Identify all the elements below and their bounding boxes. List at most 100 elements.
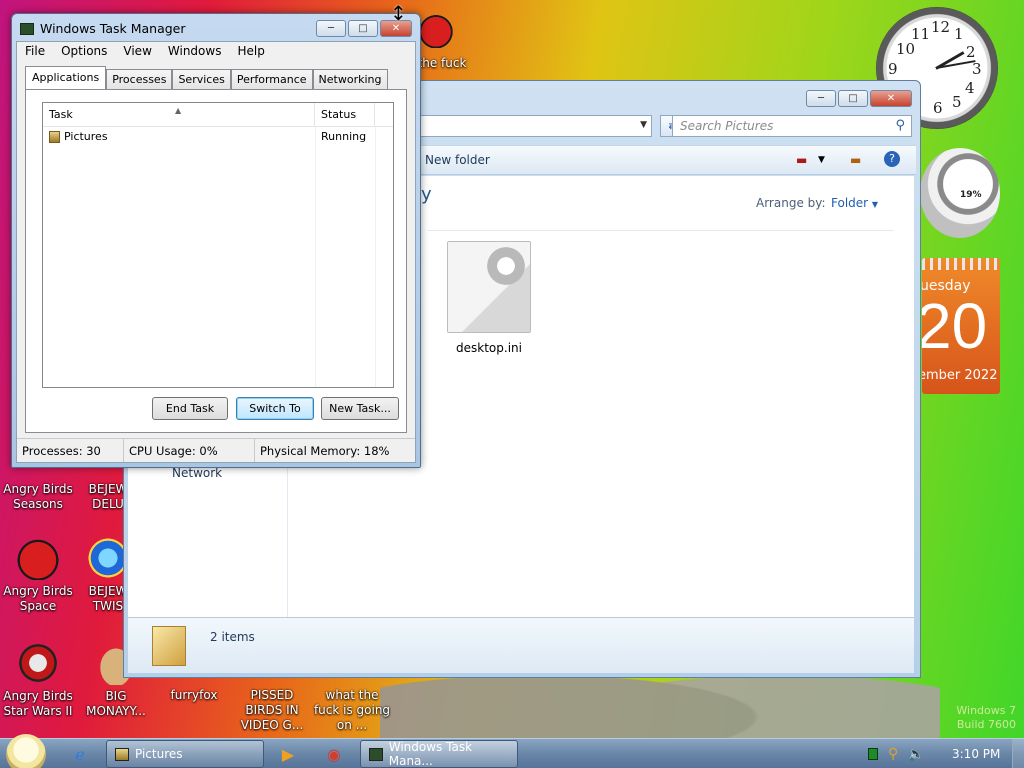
chevron-down-icon[interactable]: ▼: [818, 155, 825, 165]
column-separator: [315, 127, 316, 387]
task-manager-icon: [369, 747, 383, 761]
maximize-button[interactable]: □: [838, 90, 868, 107]
task-list[interactable]: Task ▲ Status Pictures Running: [42, 102, 394, 388]
close-button[interactable]: ✕: [870, 90, 912, 107]
preview-pane-icon[interactable]: ▬: [850, 153, 861, 167]
clock-number: 4: [965, 79, 975, 97]
list-header: Task ▲ Status: [43, 103, 393, 127]
tab-performance[interactable]: Performance: [230, 69, 313, 89]
cpu-meter-percent: 19%: [960, 190, 982, 200]
folder-icon: [152, 626, 186, 666]
task-manager-window[interactable]: Windows Task Manager ─ □ ✕ File Options …: [11, 13, 421, 468]
tab-services[interactable]: Services: [172, 69, 231, 89]
clock-number: 12: [931, 18, 951, 36]
explorer-status-bar: 2 items: [128, 617, 914, 673]
new-task-button[interactable]: New Task...: [321, 397, 399, 420]
column-header-task[interactable]: Task ▲: [43, 103, 315, 127]
new-folder-button[interactable]: New folder: [425, 153, 490, 167]
desktop-icon-label: BIG MONAYY...: [86, 689, 146, 718]
taskbar-item-label: Pictures: [135, 747, 183, 761]
speaker-icon[interactable]: 🔈: [908, 747, 924, 762]
taskbar-item-label: Windows Task Mana...: [388, 740, 473, 768]
clock-number: 1: [954, 25, 964, 43]
column-header-label: Task: [49, 108, 73, 121]
switch-to-button[interactable]: Switch To: [236, 397, 314, 420]
explorer-window-controls: ─ □ ✕: [806, 90, 912, 107]
internet-explorer-icon[interactable]: ℯ: [60, 742, 100, 766]
calendar-month: ember 2022: [922, 368, 998, 383]
pictures-icon: [115, 747, 129, 761]
search-input[interactable]: Search Pictures ⚲: [672, 115, 912, 137]
desktop-icon-label: Angry Birds Seasons: [3, 482, 73, 511]
column-header-label: Status: [321, 108, 357, 121]
search-icon[interactable]: ⚲: [888, 746, 898, 762]
sort-arrow-icon: ▲: [175, 106, 182, 115]
desktop-icon-what-the[interactable]: what the fuck is going on ...: [312, 688, 392, 733]
menu-help[interactable]: Help: [237, 44, 264, 60]
taskbar-clock[interactable]: 3:10 PM: [952, 747, 1000, 761]
desktop-icon-label: Angry Birds Space: [3, 584, 73, 613]
taskbar-item-pictures[interactable]: Pictures: [106, 740, 264, 768]
chrome-icon[interactable]: ◉: [314, 742, 354, 766]
watermark-line: Windows 7: [956, 704, 1016, 717]
minimize-icon: ─: [327, 23, 335, 34]
chevron-down-icon[interactable]: ▼: [640, 120, 647, 130]
nav-item-network[interactable]: Network: [172, 466, 222, 480]
cpu-meter-gadget[interactable]: 19%: [920, 148, 1000, 238]
applications-panel: Task ▲ Status Pictures Running End Task …: [25, 89, 407, 433]
help-icon[interactable]: ?: [884, 151, 900, 167]
taskbar: ℯ Pictures ▶ ◉ Windows Task Mana... ⚲ 🔈 …: [0, 734, 1024, 768]
clock-number: 11: [911, 25, 931, 43]
menu-windows[interactable]: Windows: [168, 44, 222, 60]
taskbar-item-task-manager[interactable]: Windows Task Mana...: [360, 740, 518, 768]
arrange-by-label: Arrange by:: [756, 196, 826, 210]
arrange-by-dropdown[interactable]: Folder ▼: [831, 196, 878, 210]
tab-applications[interactable]: Applications: [25, 66, 107, 89]
processes-count: Processes: 30: [17, 439, 124, 462]
task-manager-tray-icon[interactable]: [868, 748, 878, 760]
table-row[interactable]: Pictures Running: [43, 127, 393, 147]
menu-file[interactable]: File: [25, 44, 45, 60]
clock-number: 3: [972, 60, 982, 78]
calendar-date: 20: [922, 290, 988, 362]
desktop-icon-pissed-birds[interactable]: PISSED BIRDS IN VIDEO G...: [232, 688, 312, 733]
media-player-icon[interactable]: ▶: [268, 742, 308, 766]
tab-processes[interactable]: Processes: [106, 69, 173, 89]
file-name: desktop.ini: [456, 341, 522, 355]
angry-birds-icon: [418, 12, 454, 48]
task-manager-body: File Options View Windows Help Applicati…: [16, 41, 416, 463]
calendar-gadget[interactable]: uesday 20 ember 2022: [922, 258, 1000, 394]
maximize-button[interactable]: □: [348, 20, 378, 37]
column-header-status[interactable]: Status: [315, 103, 375, 127]
menu-view[interactable]: View: [123, 44, 151, 60]
calendar-rings: [922, 258, 1000, 270]
desktop-icon-label: furryfox: [170, 688, 218, 702]
show-desktop-button[interactable]: [1012, 739, 1024, 768]
clock-number: 9: [888, 60, 898, 78]
desktop-icon-the-fuck[interactable]: the fuck: [412, 12, 472, 71]
minimize-button[interactable]: ─: [316, 20, 346, 37]
view-options-icon[interactable]: ▬: [796, 153, 807, 167]
resize-cursor-icon: ↕: [390, 1, 407, 25]
desktop-icon-label: what the fuck is going on ...: [313, 688, 391, 732]
cpu-usage: CPU Usage: 0%: [124, 439, 255, 462]
desktop-icon-angry-birds-star-wars[interactable]: Angry Birds Star Wars II: [0, 641, 76, 719]
physical-memory: Physical Memory: 18%: [260, 444, 390, 458]
minimize-button[interactable]: ─: [806, 90, 836, 107]
start-button[interactable]: [6, 734, 46, 768]
file-item[interactable]: desktop.ini: [444, 241, 534, 355]
star-wars-icon: [16, 641, 60, 685]
desktop-icon-angry-birds-space[interactable]: Angry Birds Space: [0, 536, 76, 614]
chevron-down-icon: ▼: [871, 200, 879, 209]
search-icon[interactable]: ⚲: [895, 118, 905, 133]
task-manager-titlebar[interactable]: Windows Task Manager: [20, 21, 186, 36]
tab-networking[interactable]: Networking: [312, 69, 388, 89]
menu-options[interactable]: Options: [61, 44, 107, 60]
column-separator: [375, 127, 376, 387]
task-manager-icon: [20, 22, 34, 35]
desktop-icon-furryfox[interactable]: furryfox: [156, 688, 232, 703]
items-count: 2 items: [210, 630, 255, 644]
search-placeholder: Search Pictures: [680, 119, 774, 133]
task-name: Pictures: [64, 130, 108, 143]
end-task-button[interactable]: End Task: [152, 397, 228, 420]
